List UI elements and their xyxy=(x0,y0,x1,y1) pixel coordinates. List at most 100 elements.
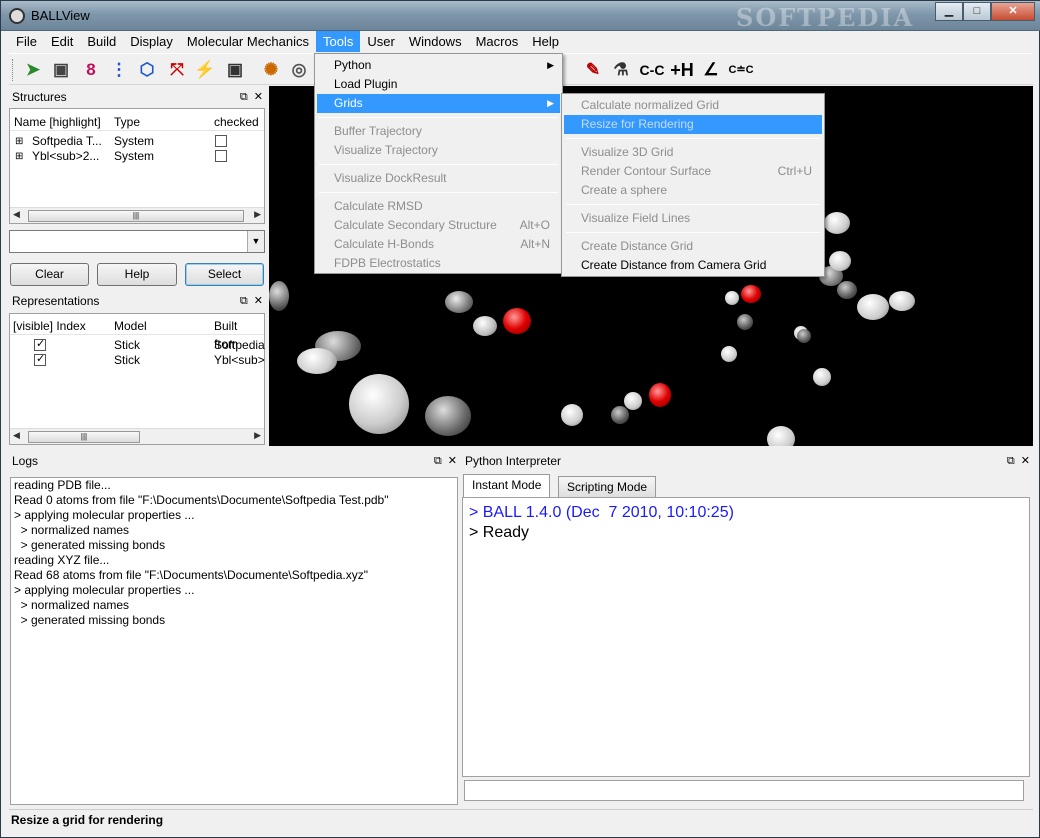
python-input[interactable] xyxy=(464,780,1024,801)
expand-icon[interactable]: ⊞ xyxy=(15,134,23,149)
close-icon[interactable]: ✕ xyxy=(254,91,263,103)
menu-user[interactable]: User xyxy=(360,31,401,52)
menu-macros[interactable]: Macros xyxy=(469,31,526,52)
edit-icon[interactable]: ✎ xyxy=(581,58,605,82)
representation-row[interactable]: Stick Ybl<sub> xyxy=(10,352,265,368)
ring-icon[interactable]: ⬡ xyxy=(135,58,159,82)
representation-row[interactable]: Stick Softpedia xyxy=(10,337,265,353)
logs-output[interactable]: reading PDB file... Read 0 atoms from fi… xyxy=(10,477,458,805)
atom-white xyxy=(624,392,642,410)
save-image-icon[interactable]: ▣ xyxy=(223,58,247,82)
menu-item-secondary-structure[interactable]: Calculate Secondary Structure Alt+O xyxy=(317,216,560,235)
chain-icon[interactable]: C≐C xyxy=(727,58,755,82)
atom-white xyxy=(889,291,915,311)
logs-title: Logs xyxy=(12,454,39,468)
float-icon[interactable]: ⧉ xyxy=(240,295,248,307)
structures-tree[interactable]: Name [highlight] Type checked ⊞ Softpedi… xyxy=(9,108,265,224)
select-button[interactable]: Select xyxy=(185,263,264,286)
scroll-thumb[interactable]: ||| xyxy=(28,431,140,443)
python-output[interactable]: > BALL 1.4.0 (Dec 7 2010, 10:10:25) > Re… xyxy=(462,497,1030,777)
open-icon[interactable]: ➤ xyxy=(21,58,45,82)
representations-list[interactable]: [visible] Index Model Built from Stick S… xyxy=(9,313,265,445)
lightning-icon[interactable]: ⚡ xyxy=(193,58,217,82)
bond-order-icon[interactable]: 8 xyxy=(79,58,103,82)
log-line: reading XYZ file... xyxy=(14,553,110,567)
menu-item-normalized-grid[interactable]: Calculate normalized Grid xyxy=(564,96,822,115)
representations-hscroll[interactable]: ◀ ||| ▶ xyxy=(10,428,264,444)
menu-tools[interactable]: Tools xyxy=(316,31,361,52)
menu-display[interactable]: Display xyxy=(123,31,180,52)
atom-red xyxy=(649,383,671,407)
menu-item-contour-surface[interactable]: Render Contour Surface Ctrl+U xyxy=(564,162,822,181)
flask-icon[interactable]: ⚗ xyxy=(609,58,633,82)
menu-item-buffer-trajectory[interactable]: Buffer Trajectory xyxy=(317,122,560,141)
menu-item-load-plugin[interactable]: Load Plugin xyxy=(317,75,560,94)
cc-icon[interactable]: C-C xyxy=(637,58,667,82)
structure-row[interactable]: ⊞ Ybl<sub>2... System xyxy=(10,149,264,164)
menu-item-create-sphere[interactable]: Create a sphere xyxy=(564,181,822,200)
structure-row[interactable]: ⊞ Softpedia T... System xyxy=(10,134,264,149)
expand-icon[interactable]: ⊞ xyxy=(15,149,23,164)
atom-white xyxy=(767,426,795,446)
target-icon[interactable]: ◎ xyxy=(287,58,311,82)
close-icon[interactable]: ✕ xyxy=(1021,455,1030,467)
menu-item-distance-from-camera[interactable]: Create Distance from Camera Grid xyxy=(564,256,822,275)
selection-combo[interactable]: ▼ xyxy=(9,230,265,253)
menu-item-h-bonds[interactable]: Calculate H-Bonds Alt+N xyxy=(317,235,560,254)
structure-checkbox[interactable] xyxy=(215,135,227,147)
close-icon[interactable]: ✕ xyxy=(448,455,457,467)
menu-build[interactable]: Build xyxy=(80,31,123,52)
maximize-button[interactable]: □ xyxy=(963,2,991,21)
menu-item-field-lines[interactable]: Visualize Field Lines xyxy=(564,209,822,228)
add-h-icon[interactable]: +H xyxy=(669,58,695,82)
float-icon[interactable]: ⧉ xyxy=(434,455,442,467)
menu-item-visualize-3d-grid[interactable]: Visualize 3D Grid xyxy=(564,143,822,162)
menu-item-grids[interactable]: Grids ▶ xyxy=(317,94,560,113)
visible-checkbox[interactable] xyxy=(34,337,46,352)
menu-molecular-mechanics[interactable]: Molecular Mechanics xyxy=(180,31,316,52)
menu-item-visualize-trajectory[interactable]: Visualize Trajectory xyxy=(317,141,560,160)
save-icon[interactable]: ▣ xyxy=(49,58,73,82)
structures-hscroll[interactable]: ◀ ||| ▶ xyxy=(10,207,264,223)
palette-icon[interactable]: ✺ xyxy=(259,58,283,82)
close-icon[interactable]: ✕ xyxy=(254,295,263,307)
col-type[interactable]: Type xyxy=(114,113,140,131)
menu-item-calculate-rmsd[interactable]: Calculate RMSD xyxy=(317,197,560,216)
main-window: BALLView SOFTPEDIA ▁ □ ✕ File Edit Build… xyxy=(0,0,1040,838)
menu-item-fdpb-electrostatics[interactable]: FDPB Electrostatics xyxy=(317,254,560,273)
menu-item-resize-for-rendering[interactable]: Resize for Rendering xyxy=(564,115,822,134)
minimize-icon[interactable]: ⤧ xyxy=(165,58,189,82)
menu-edit[interactable]: Edit xyxy=(44,31,80,52)
close-button[interactable]: ✕ xyxy=(991,2,1035,21)
col-model[interactable]: Model xyxy=(114,317,147,335)
menu-windows[interactable]: Windows xyxy=(402,31,469,52)
chevron-down-icon[interactable]: ▼ xyxy=(247,231,264,252)
minimize-button[interactable]: ▁ xyxy=(935,2,963,21)
float-icon[interactable]: ⧉ xyxy=(1007,455,1015,467)
menu-help[interactable]: Help xyxy=(525,31,566,52)
col-checked[interactable]: checked xyxy=(214,113,259,131)
col-index[interactable]: [visible] Index xyxy=(13,317,86,335)
title-bar[interactable]: BALLView SOFTPEDIA ▁ □ ✕ xyxy=(1,1,1040,32)
tab-instant-mode[interactable]: Instant Mode xyxy=(463,474,551,497)
toolbar-grip[interactable] xyxy=(12,59,15,81)
representations-title: Representations xyxy=(12,294,100,308)
clear-button[interactable]: Clear xyxy=(10,263,89,286)
menu-item-python[interactable]: Python ▶ xyxy=(317,56,560,75)
menu-item-visualize-dockresult[interactable]: Visualize DockResult xyxy=(317,169,560,188)
menu-file[interactable]: File xyxy=(9,31,44,52)
structure-checkbox[interactable] xyxy=(215,150,227,162)
atom-white xyxy=(813,368,831,386)
log-line: > generated missing bonds xyxy=(14,538,166,552)
python-title: Python Interpreter xyxy=(465,454,562,468)
scroll-thumb[interactable]: ||| xyxy=(28,210,244,222)
col-name[interactable]: Name [highlight] xyxy=(14,113,101,131)
help-button[interactable]: Help xyxy=(97,263,177,286)
angle-icon[interactable]: ∠ xyxy=(699,58,723,82)
menu-item-distance-grid[interactable]: Create Distance Grid xyxy=(564,237,822,256)
float-icon[interactable]: ⧉ xyxy=(240,91,248,103)
hydrogen-icon[interactable]: ⋮ xyxy=(107,58,131,82)
menu-separator xyxy=(319,192,558,193)
tab-scripting-mode[interactable]: Scripting Mode xyxy=(558,476,657,497)
visible-checkbox[interactable] xyxy=(34,352,46,367)
